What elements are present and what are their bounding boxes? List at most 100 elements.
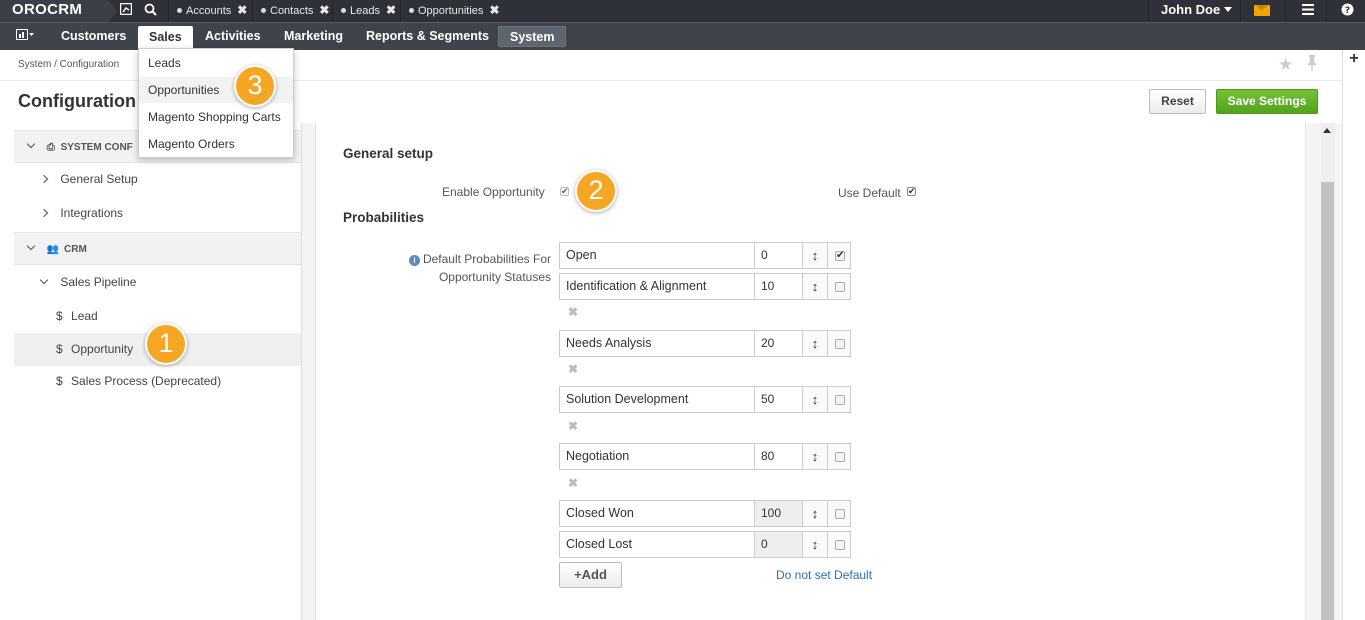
user-menu[interactable]: John Doe [1148,0,1240,22]
tree-item-label: General Setup [60,172,138,186]
sort-handle-icon[interactable]: ↕ [802,531,828,558]
nav-reports-segments[interactable]: Reports & Segments [355,23,500,50]
sort-handle-icon[interactable]: ↕ [802,500,828,527]
status-name-input[interactable]: Closed Won [559,500,755,527]
tree-item-label: Opportunity [71,342,134,356]
close-icon[interactable]: ✖ [489,3,499,17]
bullet-icon [177,8,182,13]
status-probability-input[interactable]: 50 [754,386,803,413]
tree-item-sales-process[interactable]: $ Sales Process (Deprecated) [14,365,301,398]
mail-icon[interactable] [1254,5,1270,16]
probabilities-label-line2: Opportunity Statuses [438,270,551,284]
status-row: Solution Development 50 ↕ [559,386,851,413]
status-name-input[interactable]: Needs Analysis [559,330,755,357]
bullet-icon [341,8,346,13]
divider [1285,0,1286,22]
default-checkbox-cell [827,443,851,470]
default-checkbox[interactable] [835,282,845,292]
chart-icon [16,29,34,40]
breadcrumb[interactable]: System / Configuration [18,59,119,70]
remove-icon[interactable]: ✖ [568,305,578,319]
menu-item-magento-shopping-carts[interactable]: Magento Shopping Carts [139,104,293,130]
sort-handle-icon[interactable]: ↕ [802,273,828,300]
pinned-tab-opportunities[interactable]: Opportunities ✖ [400,0,508,22]
chevron-down-icon [26,241,36,251]
dollar-icon: $ [56,342,63,356]
close-icon[interactable]: ✖ [319,3,329,17]
info-icon[interactable]: i [408,255,420,266]
close-icon[interactable]: ✖ [237,3,247,17]
reset-button[interactable]: Reset [1149,89,1206,114]
add-label: Add [581,567,607,582]
probabilities-label-line1: Default Probabilities For [422,252,551,266]
default-checkbox-cell [827,330,851,357]
menu-item-magento-orders[interactable]: Magento Orders [139,131,293,157]
scrollbar-thumb[interactable] [1321,182,1334,620]
status-probability-input[interactable]: 10 [754,273,803,300]
tree-item-sales-pipeline[interactable]: Sales Pipeline [14,266,301,299]
tree-group-label: CRM [64,244,87,255]
step-badge-1: 1 [145,323,187,365]
nav-marketing[interactable]: Marketing [273,23,354,50]
chevron-right-icon [39,208,49,218]
top-bar: OROCRM Accounts ✖ Contacts ✖ Leads ✖ Opport… [0,0,1365,22]
status-name-input[interactable]: Negotiation [559,443,755,470]
pinned-tab-label: Accounts [186,5,232,17]
pinned-tab-accounts[interactable]: Accounts ✖ [168,0,255,22]
tree-item-integrations[interactable]: Integrations [14,197,301,230]
pin-icon[interactable] [1306,55,1318,74]
tree-item-label: Sales Process (Deprecated) [71,374,222,388]
status-probability-input[interactable]: 0 [754,242,803,269]
nav-customers[interactable]: Customers [50,23,137,50]
do-not-set-default-link[interactable]: Do not set Default [776,568,872,582]
enable-opportunity-checkbox[interactable]: ✔ [560,187,569,196]
remove-icon[interactable]: ✖ [568,419,578,433]
add-status-button[interactable]: +Add [559,562,622,588]
status-name-input[interactable]: Closed Lost [559,531,755,558]
status-name-input[interactable]: Identification & Alignment [559,273,755,300]
sort-handle-icon[interactable]: ↕ [802,386,828,413]
default-checkbox[interactable] [835,339,845,349]
status-probability-input[interactable]: 80 [754,443,803,470]
status-name-input[interactable]: Open [559,242,755,269]
default-checkbox-cell [827,500,851,527]
status-row: Closed Lost 0 ↕ [559,531,851,558]
help-icon[interactable]: ? [1339,3,1355,19]
star-icon[interactable]: ★ [1278,55,1293,75]
divider [1326,0,1327,22]
pinned-tab-contacts[interactable]: Contacts ✖ [252,0,337,22]
status-name-input[interactable]: Solution Development [559,386,755,413]
status-probability-input: 0 [754,531,803,558]
status-row: Closed Won 100 ↕ [559,500,851,527]
default-checkbox[interactable] [835,452,845,462]
app-logo[interactable]: OROCRM [0,0,117,22]
default-checkbox[interactable] [835,540,845,550]
sort-handle-icon[interactable]: ↕ [802,242,828,269]
default-checkbox[interactable] [835,509,845,519]
printer-icon: ⎙ [46,142,55,153]
plus-icon[interactable]: + [1344,50,1364,70]
search-icon[interactable] [142,3,158,19]
tree-group-crm[interactable]: 👥 CRM [14,232,301,265]
default-checkbox[interactable]: ✔ [835,251,845,261]
menu-icon[interactable] [1300,3,1316,19]
save-settings-button[interactable]: Save Settings [1216,89,1318,114]
pin-page-icon[interactable] [118,2,134,19]
nav-system[interactable]: System [498,26,567,47]
use-default-checkbox[interactable]: ✔ [907,187,916,196]
nav-activities[interactable]: Activities [194,23,272,50]
pinned-tab-leads[interactable]: Leads ✖ [332,0,404,22]
status-probability-input[interactable]: 20 [754,330,803,357]
close-icon[interactable]: ✖ [386,3,396,17]
user-name: John Doe [1161,2,1221,17]
scroll-up-arrow-icon[interactable] [1323,128,1331,133]
remove-icon[interactable]: ✖ [568,362,578,376]
tree-item-general-setup[interactable]: General Setup [14,163,301,196]
step-badge-2: 2 [575,170,617,212]
sort-handle-icon[interactable]: ↕ [802,330,828,357]
dashboard-menu[interactable] [8,23,42,50]
step-badge-3: 3 [234,65,276,107]
sort-handle-icon[interactable]: ↕ [802,443,828,470]
remove-icon[interactable]: ✖ [568,476,578,490]
default-checkbox[interactable] [835,395,845,405]
